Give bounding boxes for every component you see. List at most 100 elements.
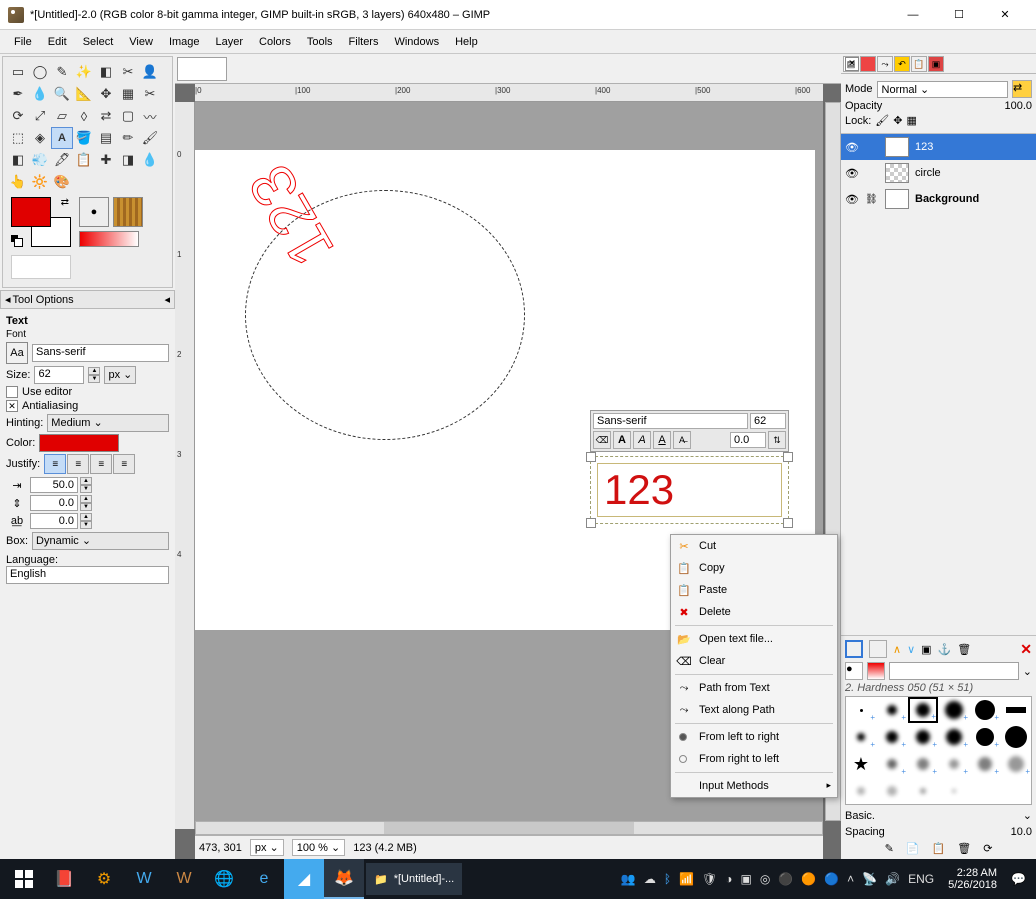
menu-tools[interactable]: Tools — [299, 33, 341, 51]
brush-filter[interactable] — [889, 662, 1019, 680]
size-input[interactable]: 62 — [34, 366, 84, 384]
brush-item[interactable]: + — [939, 724, 969, 750]
vertical-ruler[interactable]: 01234 — [175, 102, 195, 829]
justify-left-button[interactable]: ≡ — [44, 454, 66, 474]
blur-tool[interactable]: 💧 — [139, 149, 161, 171]
text-frame[interactable]: 123 — [590, 456, 789, 524]
patterns-tab[interactable] — [869, 640, 887, 658]
align-tool[interactable]: ▦ — [117, 83, 139, 105]
menu-colors[interactable]: Colors — [251, 33, 299, 51]
hinting-select[interactable]: Medium ⌄ — [47, 414, 169, 432]
brush-item[interactable]: + — [1001, 751, 1031, 777]
duplicate-icon[interactable]: ▣ — [921, 643, 931, 656]
ink-tool[interactable]: 🖋 — [51, 149, 73, 171]
spacing-value[interactable]: 10.0 — [1011, 826, 1032, 838]
brush-item[interactable]: + — [970, 751, 1000, 777]
brush-indicator[interactable]: ● — [79, 197, 109, 227]
clock[interactable]: 2:28 AM 5/26/2018 — [942, 867, 1003, 891]
minimize-button[interactable]: — — [890, 0, 936, 30]
filter-dropdown-icon[interactable]: ⌄ — [1023, 665, 1032, 678]
refresh-brush-icon[interactable]: ⟳ — [983, 842, 992, 855]
flip-tool[interactable]: ⇄ — [95, 105, 117, 127]
brush-item[interactable]: + — [877, 751, 907, 777]
brushes-tab[interactable] — [845, 640, 863, 658]
pencil-tool[interactable]: ✏ — [117, 127, 139, 149]
handle-br[interactable] — [783, 518, 793, 528]
brush-item[interactable]: + — [908, 697, 938, 723]
brush-item[interactable]: + — [877, 724, 907, 750]
ctx-clear[interactable]: ⌫Clear — [671, 650, 837, 672]
cage-tool[interactable]: ▢ — [117, 105, 139, 127]
layer-item-circle[interactable]: 👁 circle — [841, 160, 1036, 186]
ctx-path-from-text[interactable]: ⤳Path from Text — [671, 677, 837, 699]
layer-name[interactable]: 123 — [915, 141, 933, 153]
ctx-delete[interactable]: ✖Delete — [671, 601, 837, 623]
scrollbar-thumb[interactable] — [384, 822, 634, 834]
text-content[interactable]: 123 — [597, 463, 782, 517]
horizontal-ruler[interactable]: |0|100|200|300|400|500|600 — [195, 84, 823, 102]
notifications-icon[interactable]: 💬 — [1011, 872, 1026, 886]
brush-item[interactable]: + — [908, 751, 938, 777]
taskbar-app[interactable]: W — [124, 859, 164, 899]
bucket-fill-tool[interactable]: 🪣 — [73, 127, 95, 149]
strike-button[interactable]: A̶ — [673, 431, 691, 449]
brush-item[interactable] — [1001, 778, 1031, 804]
antialias-checkbox[interactable] — [6, 400, 18, 412]
handle-tl[interactable] — [586, 452, 596, 462]
brush-item[interactable]: ★ — [846, 751, 876, 777]
free-select-tool[interactable]: ✎ — [51, 61, 73, 83]
onedrive-icon[interactable]: ☁ — [644, 872, 656, 886]
justify-right-button[interactable]: ≡ — [67, 454, 89, 474]
new-brush-icon[interactable]: 📄 — [906, 842, 920, 855]
clone-tool[interactable]: 📋 — [73, 149, 95, 171]
size-up[interactable]: ▲ — [88, 367, 100, 375]
italic-button[interactable]: A — [633, 431, 651, 449]
menu-file[interactable]: File — [6, 33, 40, 51]
handle-tr[interactable] — [783, 452, 793, 462]
channels-tab[interactable] — [860, 56, 876, 72]
brush-item[interactable]: + — [939, 751, 969, 777]
rect-select-tool[interactable]: ▭ — [7, 61, 29, 83]
visibility-icon[interactable]: 👁 — [845, 167, 859, 180]
delete-icon[interactable]: 🗑 — [957, 643, 971, 656]
brush-item[interactable] — [970, 778, 1000, 804]
taskbar-edge[interactable]: e — [244, 859, 284, 899]
rotate-tool[interactable]: ⟳ — [7, 105, 29, 127]
color-select-tool[interactable]: ◧ — [95, 61, 117, 83]
justify-center-button[interactable]: ≡ — [90, 454, 112, 474]
edit-brush-icon[interactable]: ✎ — [885, 842, 894, 855]
size-unit-select[interactable]: px ⌄ — [104, 366, 136, 384]
volume-icon[interactable]: 🔊 — [885, 872, 900, 886]
clear-style-button[interactable]: ⌫ — [593, 431, 611, 449]
menu-filters[interactable]: Filters — [341, 33, 387, 51]
taskbar-chrome[interactable]: 🌐 — [204, 859, 244, 899]
network-icon[interactable]: 📶 — [679, 872, 694, 886]
visibility-icon[interactable]: 👁 — [845, 193, 859, 206]
brush-item[interactable] — [908, 778, 938, 804]
brush-item[interactable]: + — [877, 697, 907, 723]
color-picker-tool[interactable]: 💧 — [29, 83, 51, 105]
brush-item[interactable] — [939, 778, 969, 804]
font-input[interactable]: Sans-serif — [32, 344, 169, 362]
scale-tool[interactable]: ⤢ — [29, 105, 51, 127]
ctx-cut[interactable]: ✂Cut — [671, 535, 837, 557]
letter-spacing-value[interactable]: 0.0 — [30, 513, 78, 529]
gradient-preview[interactable] — [867, 662, 885, 680]
link-icon[interactable]: ⛓ — [865, 194, 879, 205]
bold-button[interactable]: A — [613, 431, 631, 449]
ellipse-select-tool[interactable]: ◯ — [29, 61, 51, 83]
taskbar-app[interactable]: ⚙ — [84, 859, 124, 899]
font-icon[interactable]: Aa — [6, 342, 28, 364]
undo-tab[interactable]: ↶ — [894, 56, 910, 72]
duplicate-brush-icon[interactable]: 📋 — [932, 842, 946, 855]
mode-select[interactable]: Normal ⌄ — [877, 81, 1008, 98]
zoom-select[interactable]: 100 % ⌄ — [292, 839, 345, 856]
pattern-indicator[interactable] — [113, 197, 143, 227]
tool-options-header[interactable]: ◂ Tool Options ◂ — [0, 290, 175, 309]
tray-icon[interactable]: ⚫ — [778, 872, 793, 886]
taskbar-app[interactable]: ◢ — [284, 859, 324, 899]
brush-item[interactable]: + — [846, 724, 876, 750]
delete-brush-icon[interactable]: 🗑 — [957, 842, 971, 855]
line-spacing-value[interactable]: 0.0 — [30, 495, 78, 511]
ctx-open-text-file[interactable]: 📂Open text file... — [671, 628, 837, 650]
